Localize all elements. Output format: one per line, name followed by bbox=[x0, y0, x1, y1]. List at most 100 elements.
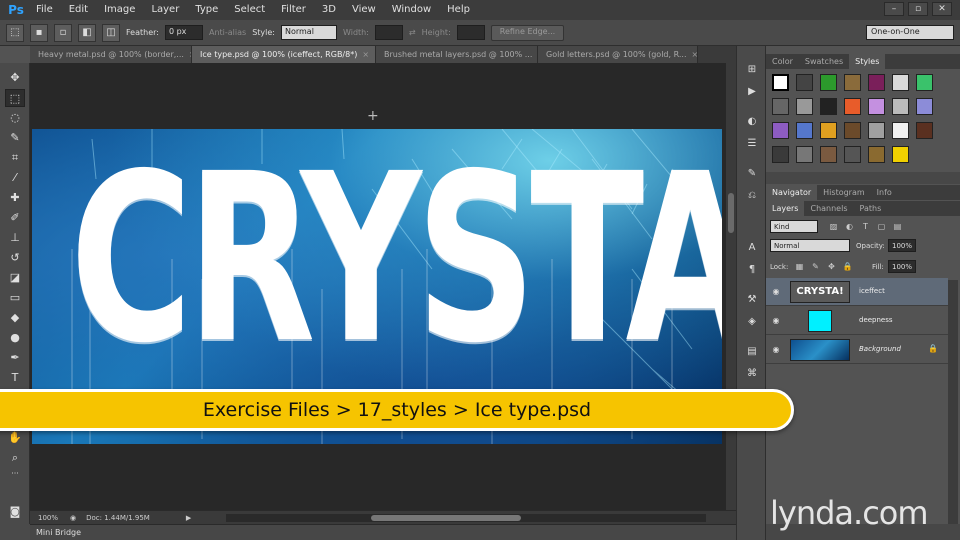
style-swatch[interactable] bbox=[772, 98, 789, 115]
lock-all-icon[interactable]: 🔒 bbox=[842, 261, 853, 272]
lock-image-icon[interactable]: ✎ bbox=[810, 261, 821, 272]
menu-type[interactable]: Type bbox=[187, 0, 226, 20]
antialias-checkbox[interactable]: Anti-alias bbox=[209, 28, 246, 37]
marquee-tool-icon[interactable]: ⬚ bbox=[5, 89, 25, 107]
lock-position-icon[interactable]: ✥ bbox=[826, 261, 837, 272]
more-tools-icon[interactable]: ··· bbox=[5, 465, 25, 483]
properties-panel-icon[interactable]: ☰ bbox=[743, 136, 761, 152]
quick-mask-icon[interactable]: ◙ bbox=[5, 503, 25, 521]
visibility-eye-icon[interactable]: ◉ bbox=[771, 287, 781, 297]
style-swatch[interactable] bbox=[844, 146, 861, 163]
refine-edge-button[interactable]: Refine Edge... bbox=[490, 24, 565, 41]
style-swatch[interactable] bbox=[916, 98, 933, 115]
style-swatch[interactable] bbox=[892, 98, 909, 115]
type-tool-icon[interactable]: T bbox=[5, 369, 25, 387]
tab-navigator[interactable]: Navigator bbox=[766, 185, 818, 200]
menu-help[interactable]: Help bbox=[439, 0, 478, 20]
tab-channels[interactable]: Channels bbox=[804, 201, 853, 216]
menu-select[interactable]: Select bbox=[226, 0, 273, 20]
style-swatch[interactable] bbox=[892, 146, 909, 163]
horizontal-scroll-thumb[interactable] bbox=[371, 515, 521, 521]
play-actions-icon[interactable]: ▶ bbox=[743, 84, 761, 100]
horizontal-scrollbar[interactable] bbox=[226, 514, 706, 522]
brush-tool-icon[interactable]: ✐ bbox=[5, 209, 25, 227]
tab-brushed-metal[interactable]: Brushed metal layers.psd @ 100% ...× bbox=[376, 46, 538, 63]
new-selection-icon[interactable]: ▪ bbox=[30, 23, 48, 42]
shape-filter-icon[interactable]: ▢ bbox=[876, 221, 887, 232]
gradient-tool-icon[interactable]: ▭ bbox=[5, 289, 25, 307]
vertical-scroll-thumb[interactable] bbox=[728, 193, 734, 233]
crop-tool-icon[interactable]: ⌗ bbox=[5, 149, 25, 167]
fill-input[interactable]: 100% bbox=[888, 260, 916, 273]
menu-image[interactable]: Image bbox=[96, 0, 143, 20]
brush-panel-icon[interactable]: ✎ bbox=[743, 166, 761, 182]
layer-comps-icon[interactable]: ◈ bbox=[743, 314, 761, 330]
layer-row-deepness[interactable]: ◉ deepness bbox=[766, 307, 948, 335]
tool-presets-icon[interactable]: ⚒ bbox=[743, 292, 761, 308]
status-menu-arrow-icon[interactable]: ▶ bbox=[186, 514, 191, 522]
width-input[interactable] bbox=[374, 25, 403, 40]
lasso-tool-icon[interactable]: ◌ bbox=[5, 109, 25, 127]
style-swatch[interactable] bbox=[796, 74, 813, 91]
height-input[interactable] bbox=[456, 25, 485, 40]
opacity-input[interactable]: 100% bbox=[888, 239, 916, 252]
style-swatch[interactable] bbox=[892, 122, 909, 139]
intersect-selection-icon[interactable]: ◫ bbox=[102, 23, 120, 42]
style-swatch[interactable] bbox=[844, 122, 861, 139]
character-panel-icon[interactable]: A bbox=[743, 240, 761, 256]
history-panel-icon[interactable]: ⊞ bbox=[743, 62, 761, 78]
adjustments-panel-icon[interactable]: ◐ bbox=[743, 114, 761, 130]
history-brush-icon[interactable]: ↺ bbox=[5, 249, 25, 267]
tab-styles[interactable]: Styles bbox=[849, 54, 886, 69]
workspace-select[interactable]: One-on-One bbox=[866, 25, 954, 40]
close-icon[interactable]: × bbox=[691, 50, 697, 59]
minimize-button[interactable]: – bbox=[884, 2, 904, 16]
style-select[interactable]: Normal bbox=[280, 25, 337, 40]
pen-tool-icon[interactable]: ✒ bbox=[5, 349, 25, 367]
quick-select-tool-icon[interactable]: ✎ bbox=[5, 129, 25, 147]
hand-tool-icon[interactable]: ✋ bbox=[5, 429, 25, 447]
style-swatch[interactable] bbox=[868, 74, 885, 91]
restore-button[interactable]: ▫ bbox=[908, 2, 928, 16]
menu-view[interactable]: View bbox=[344, 0, 384, 20]
feather-input[interactable]: 0 px bbox=[164, 25, 203, 40]
smart-object-filter-icon[interactable]: ▤ bbox=[892, 221, 903, 232]
filter-kind-select[interactable]: Kind bbox=[770, 220, 818, 233]
style-swatch[interactable] bbox=[868, 146, 885, 163]
visibility-eye-icon[interactable]: ◉ bbox=[771, 345, 781, 355]
zoom-level[interactable]: 100% bbox=[38, 514, 58, 522]
add-selection-icon[interactable]: ▫ bbox=[54, 23, 72, 42]
tab-info[interactable]: Info bbox=[871, 185, 898, 200]
style-swatch[interactable] bbox=[916, 74, 933, 91]
style-swatch[interactable] bbox=[796, 122, 813, 139]
clone-source-icon[interactable]: ⎌ bbox=[743, 188, 761, 204]
mini-bridge-tab[interactable]: Mini Bridge bbox=[30, 524, 736, 540]
healing-brush-icon[interactable]: ✚ bbox=[5, 189, 25, 207]
lock-transparent-icon[interactable]: ▦ bbox=[794, 261, 805, 272]
tab-paths[interactable]: Paths bbox=[854, 201, 888, 216]
style-swatch[interactable] bbox=[772, 122, 789, 139]
blend-mode-select[interactable]: Normal bbox=[770, 239, 850, 252]
tab-heavy-metal[interactable]: Heavy metal.psd @ 100% (border,...× bbox=[30, 46, 192, 63]
close-button[interactable]: ✕ bbox=[932, 2, 952, 16]
menu-window[interactable]: Window bbox=[384, 0, 439, 20]
vertical-scrollbar[interactable] bbox=[726, 63, 736, 510]
visibility-eye-icon[interactable]: ◉ bbox=[771, 316, 781, 326]
style-swatch[interactable] bbox=[820, 146, 837, 163]
paragraph-panel-icon[interactable]: ¶ bbox=[743, 262, 761, 278]
blur-tool-icon[interactable]: ◆ bbox=[5, 309, 25, 327]
marquee-preset-icon[interactable]: ⬚ bbox=[6, 23, 24, 42]
style-swatch[interactable] bbox=[868, 122, 885, 139]
style-swatch[interactable] bbox=[844, 74, 861, 91]
eraser-tool-icon[interactable]: ◪ bbox=[5, 269, 25, 287]
style-swatch[interactable] bbox=[844, 98, 861, 115]
stamp-tool-icon[interactable]: ⊥ bbox=[5, 229, 25, 247]
timeline-panel-icon[interactable]: ⌘ bbox=[743, 366, 761, 382]
tab-histogram[interactable]: Histogram bbox=[817, 185, 871, 200]
style-swatch[interactable] bbox=[820, 98, 837, 115]
tab-swatches[interactable]: Swatches bbox=[799, 54, 849, 69]
layer-row-background[interactable]: ◉ Background 🔒 bbox=[766, 336, 948, 364]
layers-scrollbar[interactable] bbox=[948, 280, 958, 540]
layer-row-iceffect[interactable]: ◉ CRYSTA! iceffect bbox=[766, 278, 948, 306]
menu-layer[interactable]: Layer bbox=[143, 0, 187, 20]
